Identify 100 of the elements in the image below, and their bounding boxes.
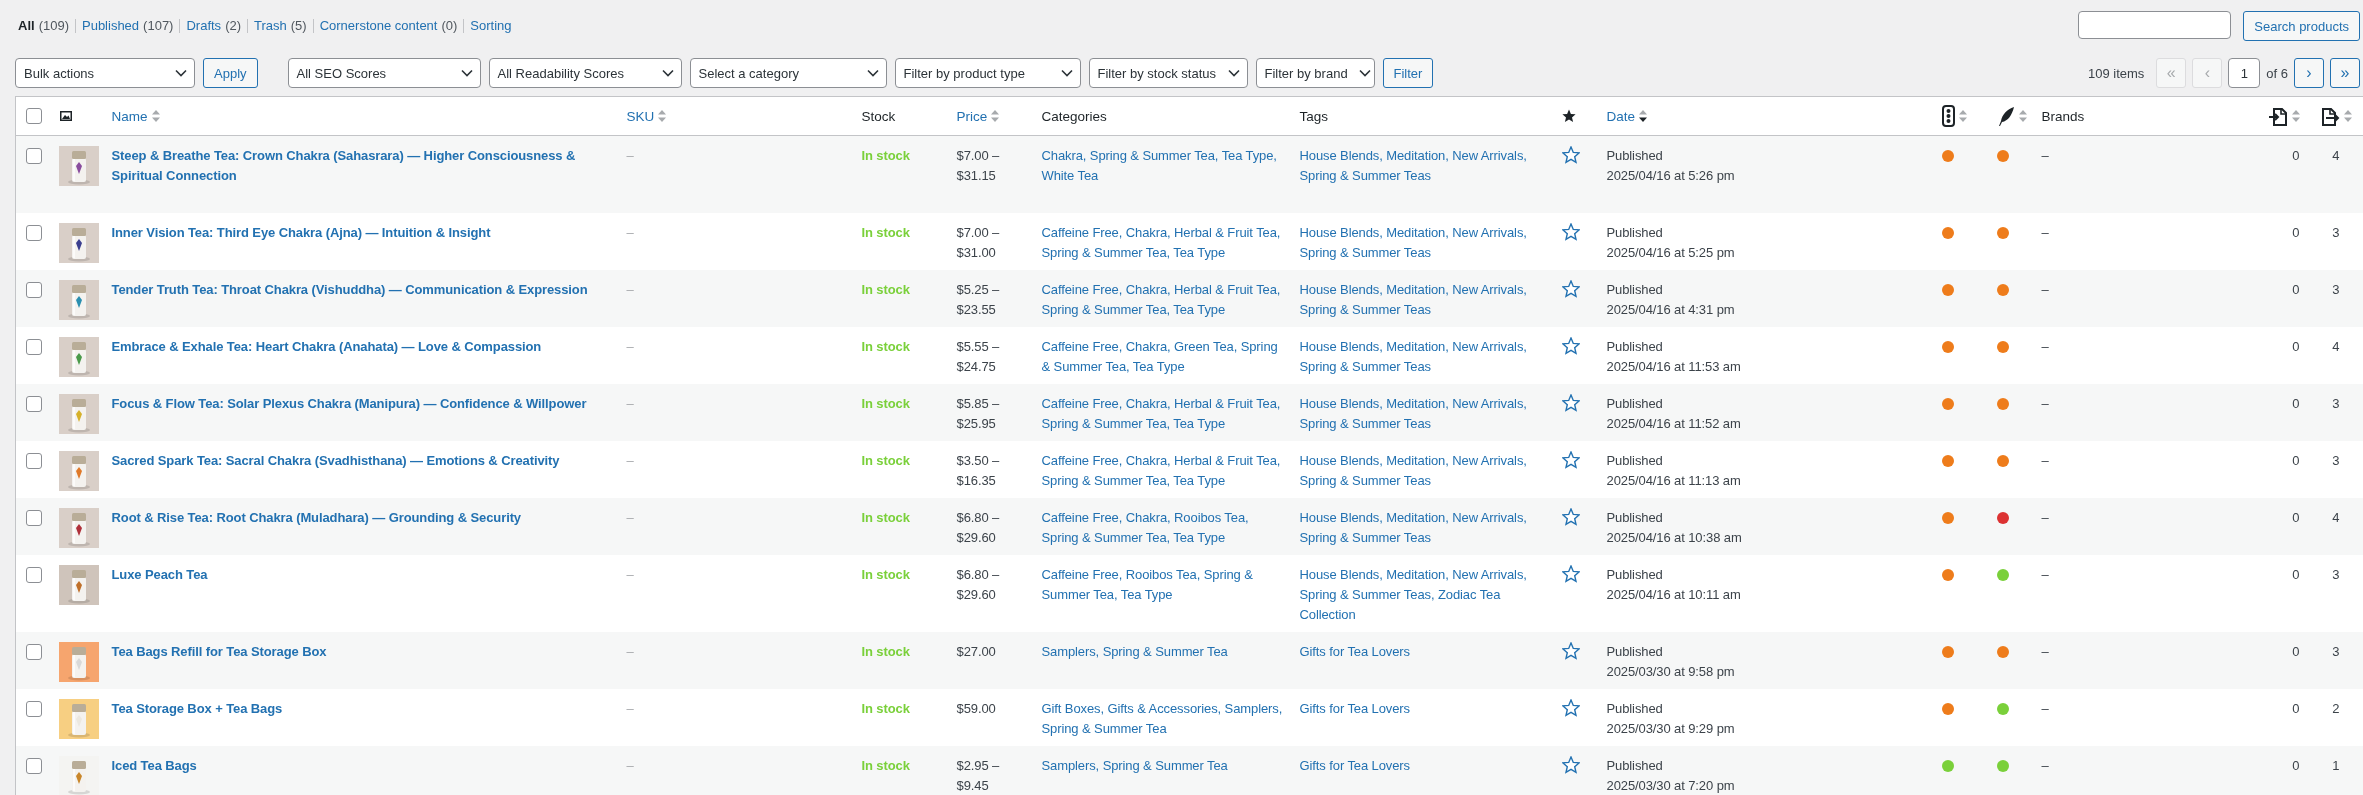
checkbox[interactable] <box>26 225 42 241</box>
star-icon[interactable] <box>1561 699 1580 717</box>
filter-dropdown[interactable]: All SEO Scores <box>287 58 481 88</box>
stock-status: In stock <box>861 510 910 525</box>
star-icon[interactable] <box>1561 146 1580 164</box>
sku-text: – <box>626 282 634 297</box>
view-count: (2) <box>225 19 241 33</box>
link-count: 0 <box>2292 339 2300 354</box>
star-icon[interactable] <box>1561 642 1580 660</box>
brand-text: – <box>2041 510 2049 525</box>
checkbox[interactable] <box>26 644 42 660</box>
view-link[interactable]: Cornerstone content <box>319 19 438 33</box>
star-icon[interactable] <box>1561 337 1580 355</box>
checkbox[interactable] <box>26 567 42 583</box>
category-links[interactable]: Caffeine Free, Chakra, Green Tea, Spring & Summer Tea, Tea Type <box>1041 337 1288 377</box>
search-field[interactable] <box>2078 11 2232 39</box>
link-count: 1 <box>2332 758 2340 773</box>
traffic-light-icon[interactable] <box>1941 105 1955 127</box>
price-text: $7.00 – $31.15 <box>956 147 1001 185</box>
post-status: Published <box>1606 643 1664 661</box>
link-count: 0 <box>2292 644 2300 659</box>
category-links[interactable]: Gift Boxes, Gifts & Accessories, Samplers, Spring & Summer Tea <box>1041 699 1288 739</box>
product-name-link[interactable]: Inner Vision Tea: Third Eye Chakra (Ajna) — Intuition & Insight <box>111 223 615 263</box>
star-icon[interactable] <box>1561 223 1580 241</box>
post-status: Published <box>1606 566 1664 584</box>
checkbox[interactable] <box>26 282 42 298</box>
checkbox[interactable] <box>26 701 42 717</box>
brand-text: – <box>2041 567 2049 582</box>
post-status: Published <box>1606 509 1664 527</box>
star-icon[interactable] <box>1561 565 1580 583</box>
feather-icon[interactable] <box>1996 105 2015 127</box>
product-name-link[interactable]: Embrace & Exhale Tea: Heart Chakra (Anahata) — Love & Compassion <box>111 337 615 377</box>
link-count: 0 <box>2292 510 2300 525</box>
document-arrow-icon[interactable] <box>2319 105 2340 127</box>
product-name-link[interactable]: Sacred Spark Tea: Sacral Chakra (Svadhisthana) — Emotions & Creativity <box>111 451 615 491</box>
post-status: Published <box>1606 395 1664 413</box>
view-count: (109) <box>38 19 69 33</box>
checkbox[interactable] <box>26 339 42 355</box>
checkbox[interactable] <box>26 510 42 526</box>
search-button[interactable]: Search products <box>2243 11 2360 41</box>
sku-text: – <box>626 225 634 240</box>
view-link[interactable]: Published <box>82 19 140 33</box>
publish-date: 2025/03/30 at 9:58 pm <box>1606 663 1736 681</box>
view-link[interactable]: All <box>18 19 35 33</box>
filter-dropdown[interactable]: Filter by stock status <box>1088 58 1248 88</box>
link-count: 3 <box>2332 225 2340 240</box>
star-icon[interactable] <box>1561 280 1580 298</box>
tag-links[interactable]: House Blends, Meditation, New Arrivals, Spring & Summer Teas, Zodiac Tea Collection <box>1299 565 1550 625</box>
price-text: $59.00 <box>956 700 997 718</box>
checkbox[interactable] <box>26 453 42 469</box>
checkbox[interactable] <box>26 396 42 412</box>
category-links[interactable]: Caffeine Free, Chakra, Herbal & Fruit Tea, Spring & Summer Tea, Tea Type <box>1041 451 1288 491</box>
product-name-link[interactable]: Tea Storage Box + Tea Bags <box>111 699 615 739</box>
price-text: $5.85 – $25.95 <box>956 395 1001 433</box>
category-links[interactable]: Caffeine Free, Rooibos Tea, Spring & Summer Tea, Tea Type <box>1041 565 1288 605</box>
page-number-field[interactable]: 1 <box>2228 58 2261 88</box>
next-page-button[interactable]: › <box>2294 58 2324 88</box>
tag-links[interactable]: House Blends, Meditation, New Arrivals, Spring & Summer Teas <box>1299 337 1550 377</box>
filter-dropdown[interactable]: Filter by product type <box>894 58 1081 88</box>
price-text: $6.80 – $29.60 <box>956 509 1001 547</box>
brand-text: – <box>2041 282 2049 297</box>
column-header[interactable]: Price <box>956 108 988 124</box>
filter-button[interactable]: Filter <box>1382 58 1434 88</box>
publish-date: 2025/04/16 at 10:38 am <box>1606 529 1743 547</box>
stock-status: In stock <box>861 396 910 411</box>
apply-button[interactable]: Apply <box>203 58 258 88</box>
publish-date: 2025/04/16 at 4:31 pm <box>1606 301 1736 319</box>
link-count: 4 <box>2332 148 2340 163</box>
checkbox[interactable] <box>26 758 42 774</box>
view-link[interactable]: Drafts <box>186 19 222 33</box>
product-name-link[interactable]: Luxe Peach Tea <box>111 565 615 605</box>
tag-links[interactable]: House Blends, Meditation, New Arrivals, Spring & Summer Teas <box>1299 223 1550 263</box>
view-link[interactable]: Trash <box>254 19 287 33</box>
view-link[interactable]: Sorting <box>470 19 512 33</box>
category-links[interactable]: Caffeine Free, Chakra, Herbal & Fruit Tea, Spring & Summer Tea, Tea Type <box>1041 223 1288 263</box>
document-arrow-icon[interactable] <box>2267 105 2288 127</box>
checkbox[interactable] <box>26 108 42 124</box>
brand-text: – <box>2041 758 2049 773</box>
star-icon[interactable] <box>1561 508 1580 526</box>
bulk-actions-dropdown[interactable]: Bulk actions <box>15 58 195 88</box>
column-header[interactable]: Name <box>111 108 148 124</box>
column-header: Tags <box>1299 108 1329 124</box>
checkbox[interactable] <box>26 148 42 164</box>
filter-dropdown[interactable]: Filter by brand <box>1255 58 1375 88</box>
last-page-button[interactable]: » <box>2330 58 2360 88</box>
tag-links[interactable]: Gifts for Tea Lovers <box>1299 699 1550 719</box>
tag-links[interactable]: House Blends, Meditation, New Arrivals, Spring & Summer Teas <box>1299 451 1550 491</box>
stock-status: In stock <box>861 644 910 659</box>
brand-text: – <box>2041 148 2049 163</box>
filter-dropdown[interactable]: All Readability Scores <box>488 58 682 88</box>
star-icon[interactable] <box>1561 394 1580 412</box>
stock-status: In stock <box>861 453 910 468</box>
column-header[interactable]: SKU <box>626 108 655 124</box>
filter-dropdown[interactable]: Select a category <box>689 58 887 88</box>
star-icon[interactable] <box>1561 451 1580 469</box>
stock-status: In stock <box>861 758 910 773</box>
column-header[interactable]: Date <box>1606 108 1636 124</box>
star-icon[interactable] <box>1561 756 1580 774</box>
sort-icon[interactable] <box>1639 109 1648 123</box>
price-text: $6.80 – $29.60 <box>956 566 1001 604</box>
